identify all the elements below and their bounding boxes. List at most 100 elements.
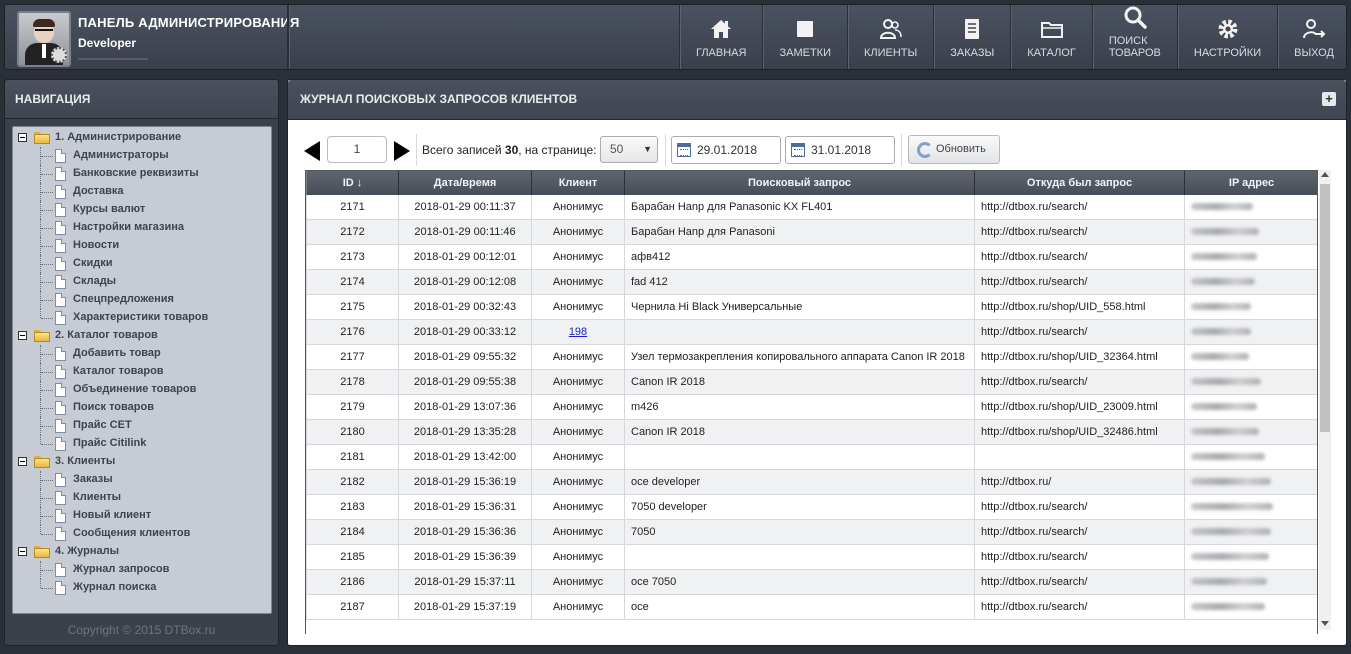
tree-line: [41, 300, 53, 301]
tree-group[interactable]: 2. Каталог товаров: [13, 327, 271, 345]
tree-item[interactable]: Прайс Citilink: [13, 435, 271, 453]
tree-item[interactable]: Каталог товаров: [13, 363, 271, 381]
tree-item[interactable]: Доставка: [13, 183, 271, 201]
table-row[interactable]: 2186 2018-01-29 15:37:11 Анонимус oce 7050 h…: [306, 569, 1317, 595]
tree-item[interactable]: Журнал поиска: [13, 579, 271, 597]
nav-clients[interactable]: КЛИЕНТЫ: [846, 5, 933, 69]
column-header-id[interactable]: ID ↓: [306, 171, 399, 195]
table-scrollbar[interactable]: [1319, 170, 1331, 630]
table-row[interactable]: 2174 2018-01-29 00:12:08 Анонимус fad 412 ht…: [306, 269, 1317, 295]
tree-item[interactable]: Добавить товар: [13, 345, 271, 363]
nav-settings[interactable]: НАСТРОЙКИ: [1176, 5, 1277, 69]
tree-item[interactable]: Поиск товаров: [13, 399, 271, 417]
tree-item[interactable]: Настройки магазина: [13, 219, 271, 237]
tree-item[interactable]: Заказы: [13, 471, 271, 489]
tree-group[interactable]: 4. Журналы: [13, 543, 271, 561]
refresh-button[interactable]: Обновить: [908, 135, 1000, 164]
per-page-select[interactable]: 50 ▼: [600, 136, 658, 163]
cell-datetime: 2018-01-29 00:12:01: [398, 244, 532, 270]
cell-referrer: http://dtbox.ru/shop/UID_32364.html: [974, 344, 1185, 370]
table-row[interactable]: 2181 2018-01-29 13:42:00 Анонимус: [306, 444, 1317, 470]
nav-product-search[interactable]: ПОИСК ТОВАРОВ: [1091, 5, 1177, 69]
tree-group[interactable]: 3. Клиенты: [13, 453, 271, 471]
collapse-icon[interactable]: [18, 133, 27, 142]
tree-item-label: Банковские реквизиты: [73, 167, 199, 179]
date-to-field[interactable]: 31.01.2018: [785, 136, 895, 164]
navigation-panel: НАВИГАЦИЯ 1. Администрирование Администра…: [4, 79, 279, 646]
tree-item[interactable]: Объединение товаров: [13, 381, 271, 399]
prev-page-button[interactable]: [304, 141, 320, 161]
tree-item[interactable]: Спецпредложения: [13, 291, 271, 309]
collapse-icon[interactable]: [18, 457, 27, 466]
table-row[interactable]: 2176 2018-01-29 00:33:12 198 http://dtbox.r…: [306, 319, 1317, 345]
tree-group[interactable]: 1. Администрирование: [13, 129, 271, 147]
column-header-referrer[interactable]: Откуда был запрос: [974, 171, 1185, 195]
cell-datetime: 2018-01-29 15:37:19: [398, 594, 532, 620]
nav-label: ПОИСК ТОВАРОВ: [1108, 35, 1161, 59]
nav-home[interactable]: ГЛАВНАЯ: [679, 5, 762, 69]
cell-referrer: http://dtbox.ru/search/: [974, 369, 1185, 395]
page-number-input[interactable]: 1: [327, 136, 387, 163]
page-icon: [55, 275, 66, 289]
next-page-button[interactable]: [394, 141, 410, 161]
tree-item[interactable]: Клиенты: [13, 489, 271, 507]
page-icon: [55, 437, 66, 451]
tree-item[interactable]: Сообщения клиентов: [13, 525, 271, 543]
tree-item[interactable]: Администраторы: [13, 147, 271, 165]
table-row[interactable]: 2177 2018-01-29 09:55:32 Анонимус Узел терм…: [306, 344, 1317, 370]
tree-item[interactable]: Банковские реквизиты: [13, 165, 271, 183]
tree-item-label: Сообщения клиентов: [73, 527, 191, 539]
scroll-thumb[interactable]: [1320, 184, 1330, 432]
collapse-icon[interactable]: [18, 547, 27, 556]
tree-item[interactable]: Характеристики товаров: [13, 309, 271, 327]
tree-item[interactable]: Склады: [13, 273, 271, 291]
cell-query: Барабан Hanp для Panasonic KX FL401: [624, 195, 975, 220]
tree-group-label: 1. Администрирование: [55, 131, 182, 143]
table-row[interactable]: 2180 2018-01-29 13:35:28 Анонимус Canon IR …: [306, 419, 1317, 445]
ip-redacted: [1191, 303, 1251, 310]
table-row[interactable]: 2175 2018-01-29 00:32:43 Анонимус Чернила H…: [306, 294, 1317, 320]
table-row[interactable]: 2179 2018-01-29 13:07:36 Анонимус m426 http:…: [306, 394, 1317, 420]
page-icon: [55, 311, 66, 325]
nav-logout[interactable]: ВЫХОД: [1277, 5, 1350, 69]
client-link[interactable]: 198: [569, 326, 587, 338]
tree-line: [41, 192, 53, 193]
scroll-down-arrow[interactable]: [1321, 621, 1329, 626]
tree-item[interactable]: Новый клиент: [13, 507, 271, 525]
table-row[interactable]: 2173 2018-01-29 00:12:01 Анонимус афв412 htt…: [306, 244, 1317, 270]
tree-item[interactable]: Курсы валют: [13, 201, 271, 219]
nav-catalog[interactable]: КАТАЛОГ: [1010, 5, 1092, 69]
table-row[interactable]: 2185 2018-01-29 15:36:39 Анонимус http://dt…: [306, 544, 1317, 570]
table-row[interactable]: 2184 2018-01-29 15:36:36 Анонимус 7050 http:…: [306, 519, 1317, 545]
cell-referrer: http://dtbox.ru/search/: [974, 594, 1185, 620]
nav-notes[interactable]: ЗАМЕТКИ: [762, 5, 847, 69]
table-row[interactable]: 2172 2018-01-29 00:11:46 Анонимус Барабан H…: [306, 219, 1317, 245]
tree-item[interactable]: Прайс CET: [13, 417, 271, 435]
tree-item[interactable]: Скидки: [13, 255, 271, 273]
date-from-value: 29.01.2018: [697, 143, 758, 157]
scroll-up-arrow[interactable]: [1321, 172, 1329, 177]
cell-ip: [1184, 444, 1317, 470]
search-log-panel: ЖУРНАЛ ПОИСКОВЫХ ЗАПРОСОВ КЛИЕНТОВ + 1 В…: [287, 79, 1347, 646]
table-row[interactable]: 2187 2018-01-29 15:37:19 Анонимус oce http:/…: [306, 594, 1317, 620]
cell-referrer: http://dtbox.ru/shop/UID_558.html: [974, 294, 1185, 320]
nav-orders[interactable]: ЗАКАЗЫ: [933, 5, 1010, 69]
table-row[interactable]: 2178 2018-01-29 09:55:38 Анонимус Canon IR …: [306, 369, 1317, 395]
column-header-client[interactable]: Клиент: [531, 171, 625, 195]
collapse-icon[interactable]: [18, 331, 27, 340]
date-from-field[interactable]: 29.01.2018: [671, 136, 781, 164]
tree-item-label: Журнал поиска: [73, 581, 157, 593]
tree-item[interactable]: Журнал запросов: [13, 561, 271, 579]
expand-button[interactable]: +: [1322, 92, 1336, 106]
tree-line: [41, 426, 53, 427]
column-header-datetime[interactable]: Дата/время: [398, 171, 532, 195]
tree-item[interactable]: Новости: [13, 237, 271, 255]
table-row[interactable]: 2182 2018-01-29 15:36:19 Анонимус oce devel…: [306, 469, 1317, 495]
table-row[interactable]: 2183 2018-01-29 15:36:31 Анонимус 7050 deve…: [306, 494, 1317, 520]
table-row[interactable]: 2171 2018-01-29 00:11:37 Анонимус Барабан H…: [306, 195, 1317, 220]
column-header-query[interactable]: Поисковый запрос: [624, 171, 975, 195]
column-header-ip[interactable]: IP адрес: [1184, 171, 1317, 195]
page-icon: [55, 581, 66, 595]
gear-icon: [1216, 17, 1240, 41]
cell-query: oce 7050: [624, 569, 975, 595]
